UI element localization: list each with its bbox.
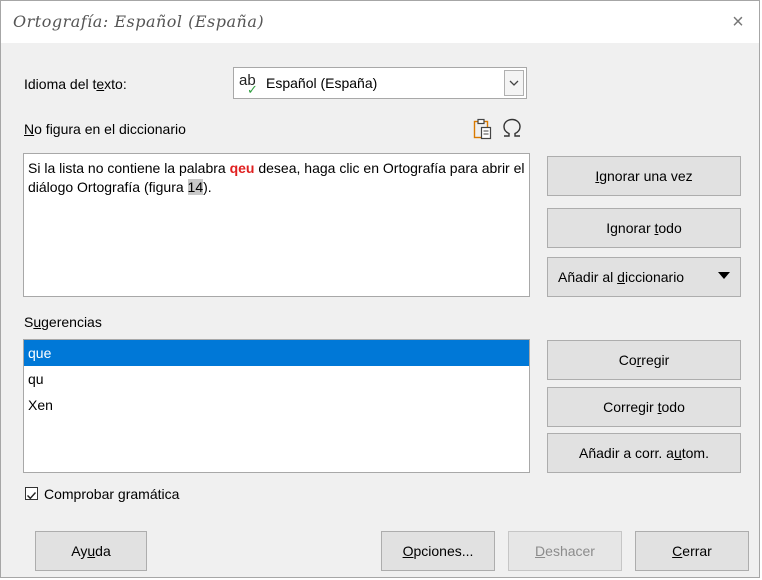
list-item[interactable]: que — [24, 340, 529, 366]
dropdown-arrow-icon[interactable] — [718, 272, 730, 279]
check-icon — [27, 492, 37, 500]
add-autocorrect-button[interactable]: Añadir a corr. autom. — [547, 433, 741, 473]
paste-icon[interactable] — [473, 118, 493, 143]
spelling-dialog: Ortografía: Español (España) × Idioma de… — [0, 0, 760, 578]
help-button[interactable]: Ayuda — [35, 531, 147, 571]
grammar-checkbox[interactable] — [25, 487, 38, 500]
suggestions-label: Sugerencias — [24, 314, 102, 330]
language-label: Idioma del texto: — [24, 76, 127, 92]
close-icon[interactable]: × — [725, 9, 751, 35]
title-bar: Ortografía: Español (España) × — [1, 1, 759, 43]
list-item[interactable]: qu — [24, 366, 529, 392]
language-select[interactable]: ab ✓ Español (España) — [233, 67, 527, 99]
language-dropdown-button[interactable] — [504, 70, 524, 96]
correct-all-button[interactable]: Corregir todo — [547, 387, 741, 427]
close-button[interactable]: Cerrar — [635, 531, 749, 571]
add-to-dictionary-button[interactable]: Añadir al diccionario — [547, 257, 741, 297]
field-highlight: 14 — [187, 179, 204, 195]
suggestions-list[interactable]: que qu Xen — [23, 339, 530, 473]
list-item[interactable]: Xen — [24, 392, 529, 418]
ignore-all-button[interactable]: Ignorar todo — [547, 208, 741, 248]
not-in-dictionary-textarea[interactable]: Si la lista no contiene la palabra qeu d… — [23, 153, 530, 297]
window-title: Ortografía: Español (España) — [13, 12, 265, 31]
grammar-label: Comprobar gramática — [44, 486, 180, 502]
chevron-down-icon — [509, 80, 519, 86]
language-value: Español (España) — [266, 75, 378, 91]
spellcheck-icon: ab ✓ — [239, 72, 258, 97]
misspelled-word: qeu — [229, 160, 255, 176]
not-in-dictionary-label: No figura en el diccionario — [24, 121, 186, 137]
options-button[interactable]: Opciones... — [381, 531, 495, 571]
undo-button[interactable]: Deshacer — [508, 531, 622, 571]
correct-button[interactable]: Corregir — [547, 340, 741, 380]
ignore-once-button[interactable]: Ignorar una vez — [547, 156, 741, 196]
omega-icon[interactable] — [501, 117, 523, 142]
